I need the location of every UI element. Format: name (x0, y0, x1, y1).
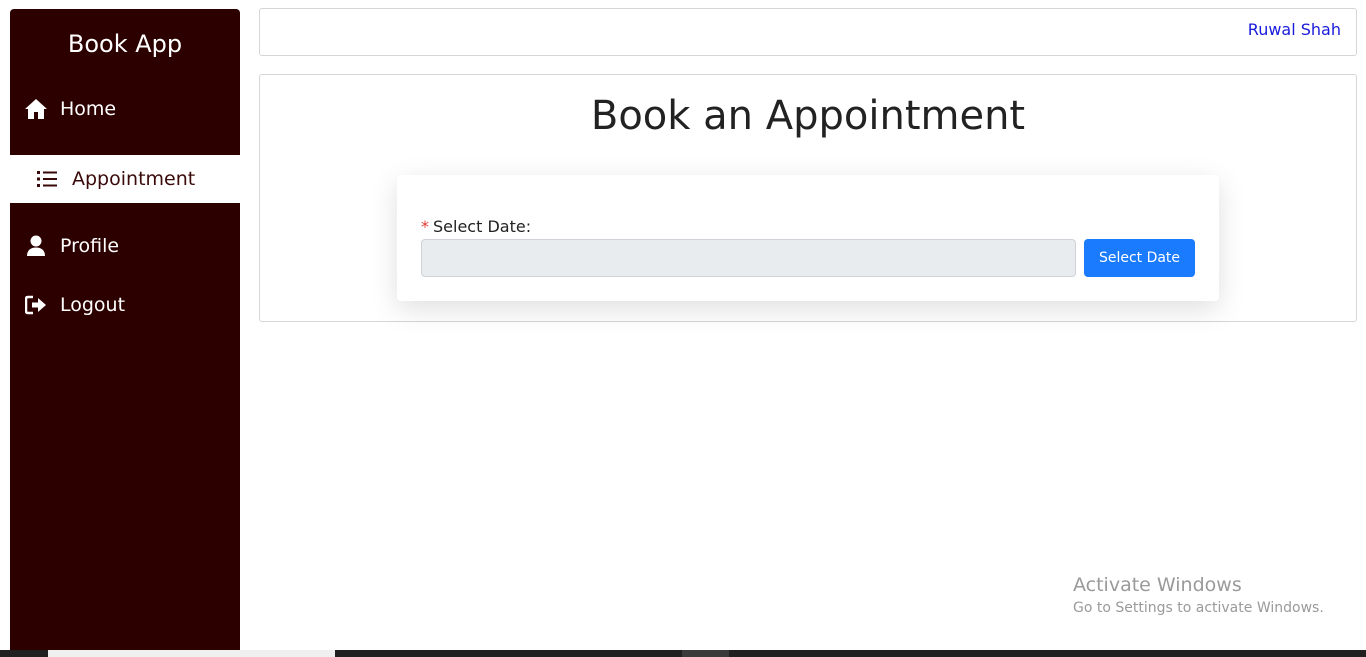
date-input[interactable] (421, 239, 1076, 277)
logout-icon (24, 293, 48, 317)
list-icon (35, 167, 59, 191)
select-date-label: * Select Date: (421, 217, 531, 237)
sidebar-item-logout[interactable]: Logout (10, 281, 240, 329)
home-icon (24, 97, 48, 121)
user-icon (24, 234, 48, 258)
user-name-link[interactable]: Ruwal Shah (1248, 20, 1341, 40)
select-date-button[interactable]: Select Date (1084, 239, 1195, 277)
top-bar: Ruwal Shah (259, 8, 1357, 56)
date-form-card: * Select Date: Select Date (397, 175, 1219, 301)
select-date-label-text: Select Date: (433, 217, 532, 236)
sidebar-item-label: Logout (60, 294, 126, 316)
sidebar-item-label: Home (60, 98, 117, 120)
sidebar-item-label: Profile (60, 235, 120, 257)
sidebar-item-label: Appointment (72, 168, 196, 190)
watermark-title: Activate Windows (1073, 574, 1242, 596)
sidebar: Book App Home Appointment Profile Logout (10, 9, 240, 651)
sidebar-item-profile[interactable]: Profile (10, 222, 240, 270)
taskbar-active-app[interactable] (682, 650, 729, 657)
taskbar-search-box[interactable] (48, 650, 335, 657)
required-marker: * (421, 217, 429, 236)
page-title: Book an Appointment (590, 93, 1026, 139)
brand-title: Book App (67, 30, 183, 58)
appointment-panel: Book an Appointment * Select Date: Select… (259, 74, 1357, 322)
taskbar (0, 650, 1366, 657)
sidebar-item-appointment[interactable]: Appointment (10, 155, 240, 203)
watermark-subtitle: Go to Settings to activate Windows. (1073, 600, 1324, 616)
activate-windows-watermark: Activate Windows Go to Settings to activ… (1073, 573, 1324, 618)
sidebar-item-home[interactable]: Home (10, 85, 240, 133)
